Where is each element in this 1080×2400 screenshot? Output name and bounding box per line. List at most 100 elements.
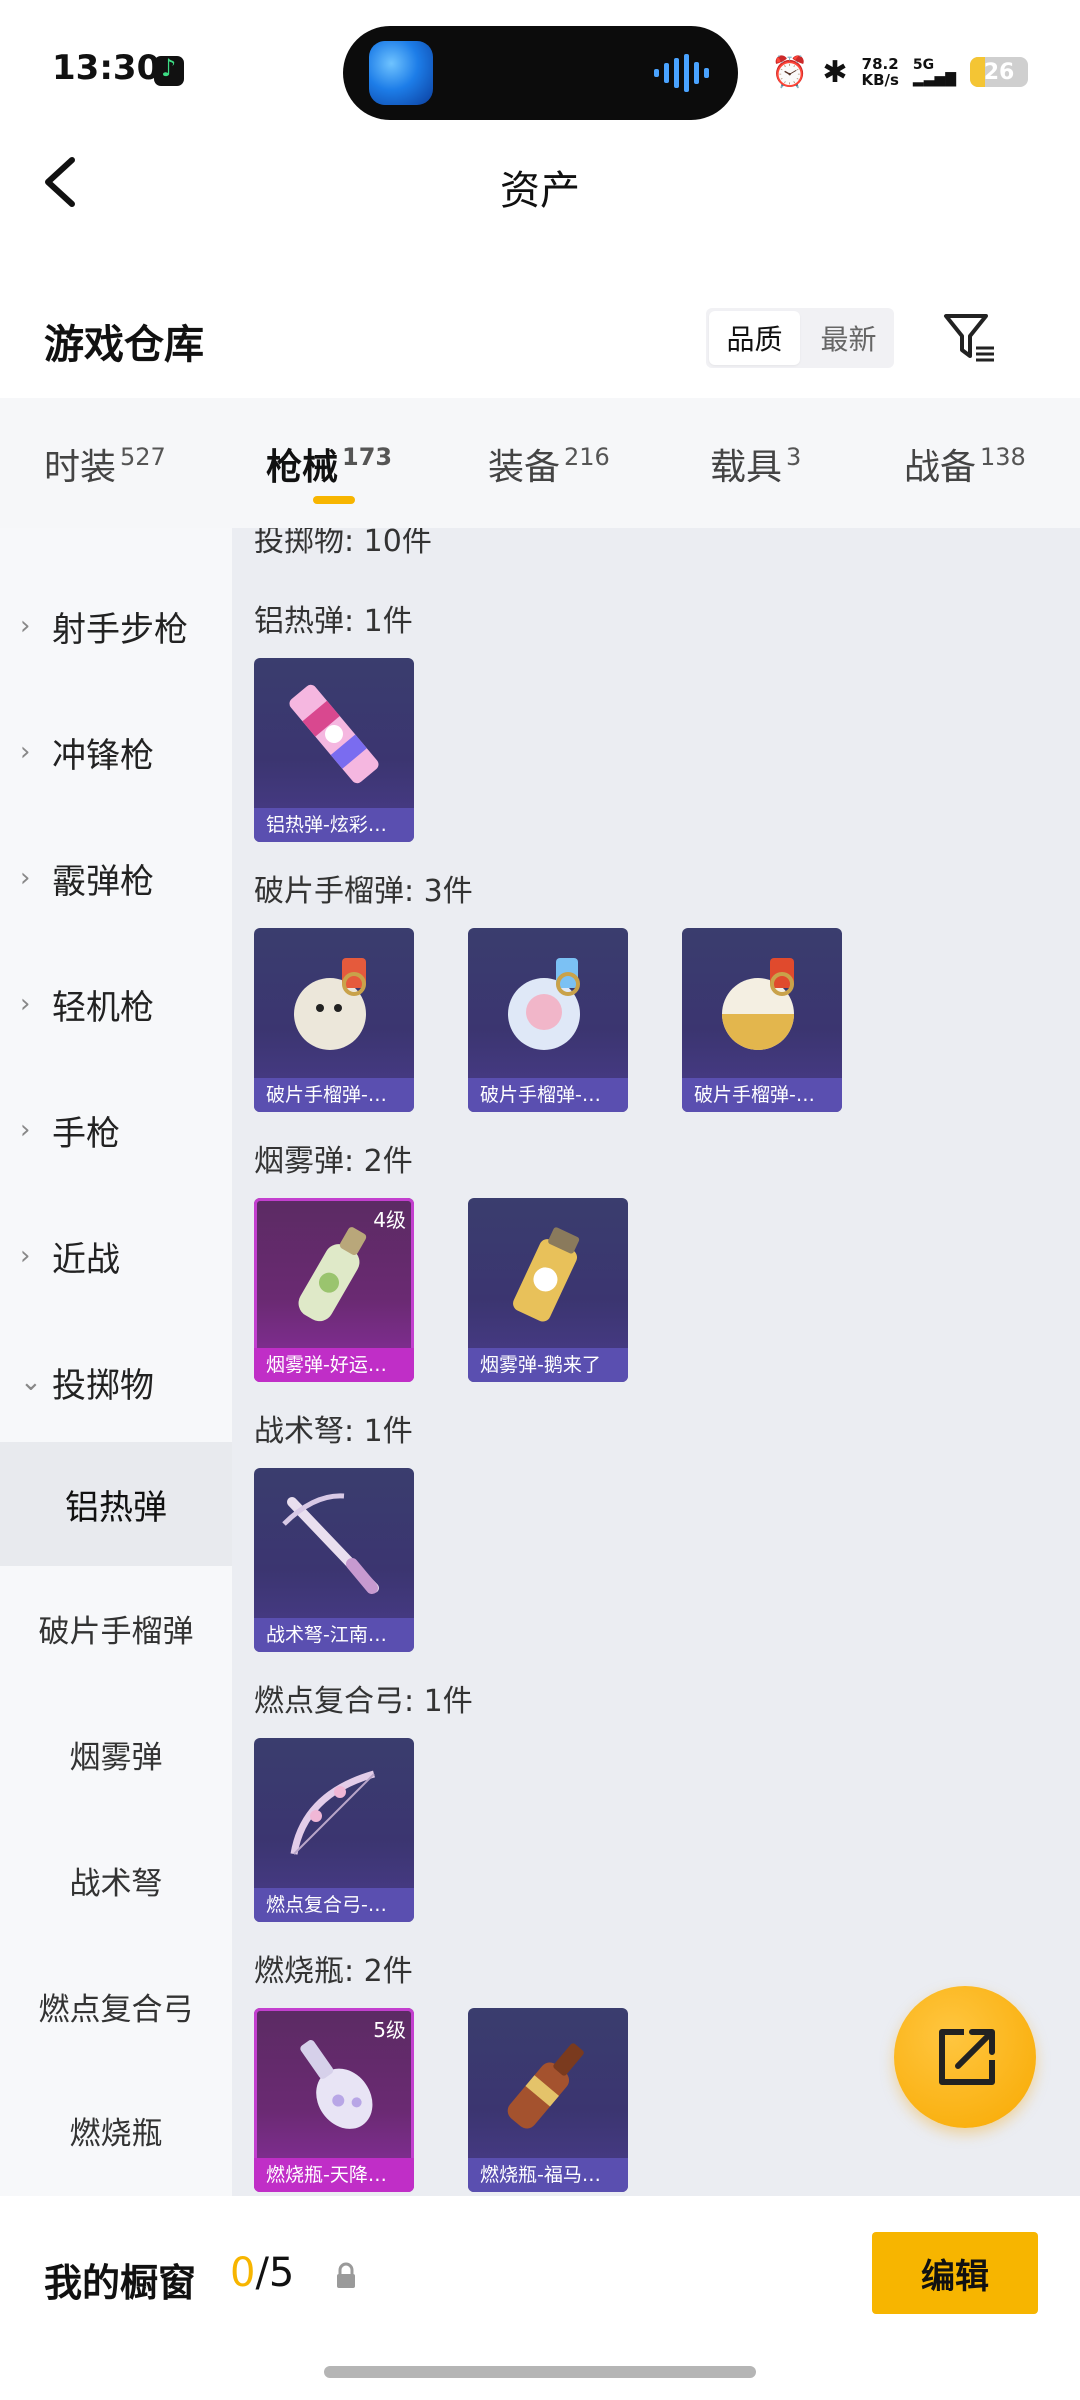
tab-firearms[interactable]: 枪械 173 xyxy=(266,438,392,490)
sidebar-item-label: 冲锋枪 xyxy=(52,735,154,776)
item-name: 破片手榴弹-… xyxy=(254,1078,414,1112)
sidebar-item-marksman-rifle[interactable]: › 射手步枪 xyxy=(0,596,232,656)
showcase-count: 0/5 xyxy=(230,2250,294,2296)
sidebar-item-label: 手枪 xyxy=(52,1113,120,1154)
item-level: 5级 xyxy=(373,2018,406,2042)
molotov-icon xyxy=(507,2043,584,2129)
item-level: 4级 xyxy=(373,1208,406,1232)
sidebar-item-shotgun[interactable]: › 霰弹枪 xyxy=(0,848,232,908)
sidebar-item-label: 射手步枪 xyxy=(52,609,188,650)
tab-count: 173 xyxy=(342,443,393,471)
chevron-right-icon: › xyxy=(20,1241,31,1271)
bluetooth-icon: ✱ xyxy=(822,54,848,90)
sidebar-sub-smoke[interactable]: 烟雾弹 xyxy=(0,1692,232,1816)
status-bar: 13:30 ⏰ ✱ 78.2 KB/s 5G ▂▃▅▇ 26 xyxy=(0,0,1080,130)
sidebar-item-pistol[interactable]: › 手枪 xyxy=(0,1100,232,1160)
item-name: 烟雾弹-鹅来了 xyxy=(468,1348,628,1382)
sidebar-sub-frag-grenade[interactable]: 破片手榴弹 xyxy=(0,1566,232,1690)
network-type: 5G xyxy=(912,57,935,73)
page-title: 资产 xyxy=(500,168,580,214)
audio-wave-icon xyxy=(654,54,709,92)
status-time: 13:30 xyxy=(52,48,161,88)
frag-grenade-icon xyxy=(722,958,794,1050)
chevron-right-icon: › xyxy=(20,611,31,641)
sort-toggle: 品质 最新 xyxy=(706,308,894,368)
item-name: 燃点复合弓-… xyxy=(254,1888,414,1922)
chevron-down-icon: ⌄ xyxy=(20,1367,42,1397)
sidebar-item-throwables[interactable]: ⌄ 投掷物 xyxy=(0,1352,232,1412)
item-card[interactable]: 燃烧瓶-福马… xyxy=(468,2008,628,2192)
sidebar-sub-crossbow[interactable]: 战术弩 xyxy=(0,1818,232,1942)
item-name: 燃烧瓶-天降… xyxy=(254,2158,414,2192)
tab-tactical[interactable]: 战备 138 xyxy=(904,438,1026,490)
tab-fashion[interactable]: 时装 527 xyxy=(44,438,166,490)
tab-label: 时装 xyxy=(44,447,117,488)
sidebar-item-smg[interactable]: › 冲锋枪 xyxy=(0,722,232,782)
tab-label: 枪械 xyxy=(266,447,339,488)
net-speed-value: 78.2 xyxy=(861,55,899,73)
group-title: 烟雾弹: 2件 xyxy=(254,1144,413,1179)
edit-button[interactable]: 编辑 xyxy=(872,2232,1038,2314)
sidebar-item-melee[interactable]: › 近战 xyxy=(0,1226,232,1286)
item-card[interactable]: 破片手榴弹-… xyxy=(468,928,628,1112)
tab-vehicles[interactable]: 载具 3 xyxy=(710,438,801,490)
item-name: 铝热弹-炫彩… xyxy=(254,808,414,842)
sidebar-sub-molotov[interactable]: 燃烧瓶 xyxy=(0,2068,232,2192)
sidebar-item-label: 霰弹枪 xyxy=(52,861,154,902)
sidebar-sub-thermite[interactable]: 铝热弹 xyxy=(0,1442,232,1566)
net-speed-unit: KB/s xyxy=(861,71,899,89)
sidebar-item-lmg[interactable]: › 轻机枪 xyxy=(0,974,232,1034)
item-name: 燃烧瓶-福马… xyxy=(468,2158,628,2192)
smoke-grenade-icon xyxy=(513,1227,580,1322)
tab-count: 3 xyxy=(786,443,802,471)
sort-newest-button[interactable]: 最新 xyxy=(803,308,894,368)
group-title: 燃点复合弓: 1件 xyxy=(254,1684,473,1719)
showcase-label: 我的橱窗 xyxy=(44,2261,197,2305)
music-app-icon xyxy=(154,54,184,86)
item-name: 烟雾弹-好运… xyxy=(254,1348,414,1382)
tab-equipment[interactable]: 装备 216 xyxy=(488,438,610,490)
status-icons: ⏰ ✱ 78.2 KB/s 5G ▂▃▅▇ 26 xyxy=(771,50,1028,94)
item-name: 破片手榴弹-… xyxy=(468,1078,628,1112)
frag-grenade-icon xyxy=(294,958,366,1050)
sort-quality-button[interactable]: 品质 xyxy=(709,311,800,365)
tab-count: 527 xyxy=(120,443,166,471)
share-button[interactable] xyxy=(894,1986,1036,2128)
filter-icon[interactable] xyxy=(942,310,998,366)
battery-level: 26 xyxy=(983,59,1015,85)
share-icon xyxy=(939,2029,995,2085)
section-title: 游戏仓库 xyxy=(44,322,204,368)
sidebar-item-label: 投掷物 xyxy=(52,1365,154,1406)
compound-bow-icon xyxy=(290,1770,375,1855)
sidebar-item-label: 轻机枪 xyxy=(52,987,154,1028)
item-card[interactable]: 4级 烟雾弹-好运… xyxy=(254,1198,414,1382)
item-card[interactable]: 破片手榴弹-… xyxy=(682,928,842,1112)
signal-icon: 5G ▂▃▅▇ xyxy=(912,57,956,87)
item-name: 战术弩-江南… xyxy=(254,1618,414,1652)
group-title-partial: 投掷物: 10件 xyxy=(254,528,432,559)
group-title: 破片手榴弹: 3件 xyxy=(254,874,473,909)
item-card[interactable]: 战术弩-江南… xyxy=(254,1468,414,1652)
item-card[interactable]: 烟雾弹-鹅来了 xyxy=(468,1198,628,1382)
chevron-right-icon: › xyxy=(20,737,31,767)
showcase-used: 0 xyxy=(230,2250,256,2296)
group-title: 战术弩: 1件 xyxy=(254,1414,413,1449)
item-card[interactable]: 铝热弹-炫彩… xyxy=(254,658,414,842)
album-art-icon xyxy=(369,41,433,105)
tab-count: 138 xyxy=(980,443,1026,471)
sidebar-sub-compound-bow[interactable]: 燃点复合弓 xyxy=(0,1944,232,2068)
tab-label: 战备 xyxy=(904,447,977,488)
item-card[interactable]: 5级 燃烧瓶-天降… xyxy=(254,2008,414,2192)
chevron-right-icon: › xyxy=(20,1115,31,1145)
tab-label: 载具 xyxy=(710,447,783,488)
thermite-icon xyxy=(289,684,379,784)
sidebar-item-label: 近战 xyxy=(52,1239,120,1280)
lock-icon xyxy=(337,2262,355,2288)
crossbow-icon xyxy=(282,1493,379,1594)
group-title: 铝热弹: 1件 xyxy=(254,604,413,639)
category-tabs: 时装 527 枪械 173 装备 216 载具 3 战备 138 xyxy=(0,398,1080,528)
home-indicator[interactable] xyxy=(324,2366,756,2378)
item-card[interactable]: 破片手榴弹-… xyxy=(254,928,414,1112)
item-card[interactable]: 燃点复合弓-… xyxy=(254,1738,414,1922)
tab-active-indicator xyxy=(313,496,355,504)
